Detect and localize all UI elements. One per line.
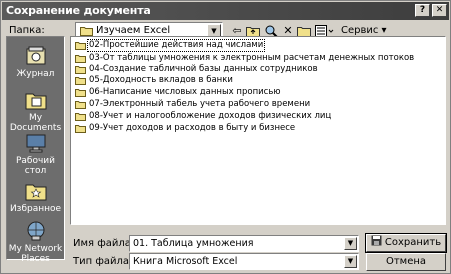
folder-icon bbox=[75, 89, 86, 97]
list-item[interactable]: 08-Учет и налогообложение доходов физиче… bbox=[75, 111, 332, 122]
filetype-label: Тип файла: bbox=[73, 256, 133, 267]
file-name: 04-Создание табличной базы данных сотруд… bbox=[89, 64, 318, 74]
save-button[interactable]: Сохранить bbox=[365, 233, 447, 253]
place-my-documents[interactable]: My Documents bbox=[7, 89, 64, 133]
places-bar: Журнал My Documents Рабочий стол Избранн… bbox=[6, 36, 65, 264]
filename-input[interactable]: 01. Таблица умножения ▼ bbox=[129, 235, 359, 252]
file-name: 03-От таблицы умножения к электронным ра… bbox=[89, 53, 415, 63]
file-name: 02-Простейшие действия над числами bbox=[86, 39, 266, 52]
file-name: 08-Учет и налогообложение доходов физиче… bbox=[89, 111, 332, 121]
place-favorites[interactable]: Избранное bbox=[7, 180, 64, 214]
filename-label: Имя файла: bbox=[73, 238, 135, 249]
list-item[interactable]: 05-Доходность вкладов в банки bbox=[75, 75, 234, 86]
list-item[interactable]: 06-Написание числовых данных прописью bbox=[75, 87, 281, 98]
chevron-down-icon[interactable]: ▼ bbox=[344, 255, 357, 268]
look-in-value: Изучаем Excel bbox=[96, 25, 171, 36]
desktop-icon bbox=[26, 134, 45, 153]
list-item[interactable]: 07-Электронный табель учета рабочего вре… bbox=[75, 99, 311, 110]
filename-value: 01. Таблица умножения bbox=[133, 238, 254, 249]
place-label: Избранное bbox=[9, 204, 62, 214]
file-list[interactable]: 02-Простейшие действия над числами 03-От… bbox=[70, 36, 446, 225]
place-label: Рабочий стол bbox=[15, 156, 55, 176]
my-documents-icon bbox=[25, 93, 46, 110]
look-in-label: Папка: bbox=[9, 25, 45, 36]
list-item[interactable]: 02-Простейшие действия над числами bbox=[75, 39, 266, 52]
network-places-icon bbox=[27, 221, 44, 241]
tools-menu[interactable]: Сервис ▾ bbox=[341, 25, 387, 36]
file-name: 07-Электронный табель учета рабочего вре… bbox=[89, 99, 311, 109]
folder-icon bbox=[75, 113, 86, 121]
folder-icon bbox=[80, 27, 93, 36]
folder-icon bbox=[75, 66, 86, 74]
folder-icon bbox=[75, 42, 86, 50]
filetype-select[interactable]: Книга Microsoft Excel ▼ bbox=[129, 253, 359, 270]
list-item[interactable]: 04-Создание табличной базы данных сотруд… bbox=[75, 64, 319, 75]
chevron-down-icon[interactable]: ▼ bbox=[344, 237, 357, 250]
history-icon bbox=[26, 46, 45, 65]
filetype-value: Книга Microsoft Excel bbox=[133, 256, 238, 267]
favorites-icon bbox=[25, 184, 46, 201]
list-item[interactable]: 09-Учет доходов и расходов в быту и бизн… bbox=[75, 123, 296, 134]
save-icon bbox=[371, 235, 382, 246]
folder-icon bbox=[75, 77, 86, 85]
place-history[interactable]: Журнал bbox=[7, 45, 64, 79]
place-label: My Documents bbox=[9, 113, 62, 133]
close-button[interactable]: ✕ bbox=[432, 4, 447, 17]
save-dialog: Сохранение документа ? ✕ Папка: Изучаем … bbox=[0, 0, 451, 274]
place-desktop[interactable]: Рабочий стол bbox=[7, 132, 64, 176]
file-name: 06-Написание числовых данных прописью bbox=[89, 87, 281, 97]
window-title: Сохранение документа bbox=[6, 4, 151, 17]
file-name: 05-Доходность вкладов в банки bbox=[89, 75, 233, 85]
cancel-button[interactable]: Отмена bbox=[366, 253, 446, 271]
folder-icon bbox=[75, 125, 86, 133]
place-network[interactable]: My Network Places bbox=[7, 220, 64, 264]
list-item[interactable]: 03-От таблицы умножения к электронным ра… bbox=[75, 53, 415, 64]
help-button[interactable]: ? bbox=[415, 4, 430, 17]
folder-icon bbox=[75, 101, 86, 109]
title-bar: Сохранение документа ? ✕ bbox=[2, 2, 449, 20]
save-label: Сохранить bbox=[384, 237, 442, 248]
file-name: 09-Учет доходов и расходов в быту и бизн… bbox=[89, 123, 296, 133]
place-label: Журнал bbox=[16, 69, 55, 79]
folder-icon bbox=[75, 55, 86, 63]
place-label: My Network Places bbox=[8, 244, 63, 264]
